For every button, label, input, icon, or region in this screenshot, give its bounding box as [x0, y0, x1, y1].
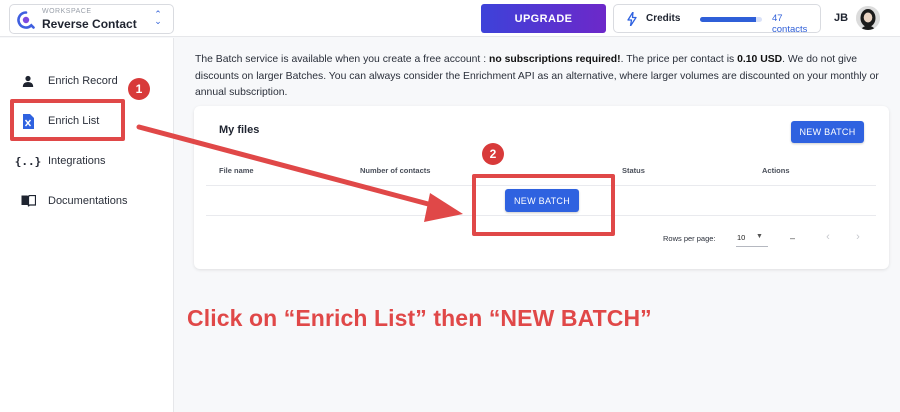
- user-avatar[interactable]: [856, 6, 880, 30]
- credits-progress-bar: [700, 17, 762, 22]
- notice-text: The Batch service is available when you …: [195, 54, 489, 65]
- sidebar-item-label: Integrations: [48, 155, 106, 167]
- column-header-status[interactable]: Status: [622, 166, 645, 175]
- card-title: My files: [219, 124, 260, 136]
- column-header-file-name[interactable]: File name: [219, 166, 254, 175]
- column-header-number-of-contacts[interactable]: Number of contacts: [360, 166, 430, 175]
- sidebar-item-integrations[interactable]: {..} Integrations: [0, 141, 174, 181]
- reverse-contact-logo-icon: [17, 11, 35, 29]
- notice-price: 0.10 USD: [737, 54, 783, 65]
- rows-per-page-label: Rows per page:: [663, 234, 716, 243]
- user-initials: JB: [834, 12, 849, 24]
- step-badge-2: 2: [482, 143, 504, 165]
- chevron-up-down-icon: ⌃ ⌄: [154, 9, 162, 26]
- sidebar-item-label: Enrich Record: [48, 75, 118, 87]
- rows-per-page-value: 10: [737, 233, 746, 242]
- workspace-selector[interactable]: WORKSPACE Reverse Contact ⌃ ⌄: [9, 4, 174, 34]
- step-badge-1: 1: [128, 78, 150, 100]
- top-bar: WORKSPACE Reverse Contact ⌃ ⌄ UPGRADE Cre…: [0, 0, 900, 37]
- highlight-box-new-batch: [472, 174, 615, 236]
- highlight-box-enrich-list: [10, 99, 125, 141]
- person-icon: [20, 73, 36, 89]
- new-batch-button[interactable]: NEW BATCH: [791, 121, 864, 143]
- next-page-icon[interactable]: ›: [851, 231, 865, 245]
- book-icon: [20, 193, 36, 209]
- credits-progress-fill: [700, 17, 756, 22]
- credits-widget[interactable]: Credits 47 contacts: [613, 4, 821, 35]
- credits-count: 47 contacts: [772, 13, 808, 35]
- column-header-actions[interactable]: Actions: [762, 166, 790, 175]
- credits-label: Credits: [646, 13, 681, 24]
- previous-page-icon[interactable]: ‹: [821, 231, 835, 245]
- workspace-label: WORKSPACE: [42, 8, 92, 15]
- rows-per-page-select[interactable]: 10 ▼: [736, 229, 768, 247]
- caret-down-icon: ▼: [756, 233, 763, 240]
- notice-highlight: no subscriptions required!: [488, 54, 621, 65]
- avatar-portrait-icon: [856, 6, 880, 30]
- batch-notice: The Batch service is available when you …: [195, 52, 895, 102]
- notice-text: . The price per contact is: [620, 54, 738, 65]
- sidebar-item-documentations[interactable]: Documentations: [0, 181, 174, 221]
- sidebar-item-label: Documentations: [48, 195, 128, 207]
- code-braces-icon: {..}: [14, 154, 42, 168]
- upgrade-button[interactable]: UPGRADE: [481, 4, 606, 33]
- lightning-bolt-icon: [627, 12, 637, 26]
- workspace-name: Reverse Contact: [42, 17, 137, 31]
- pagination-range: –: [790, 233, 796, 243]
- instruction-caption: Click on “Enrich List” then “NEW BATCH”: [187, 305, 652, 331]
